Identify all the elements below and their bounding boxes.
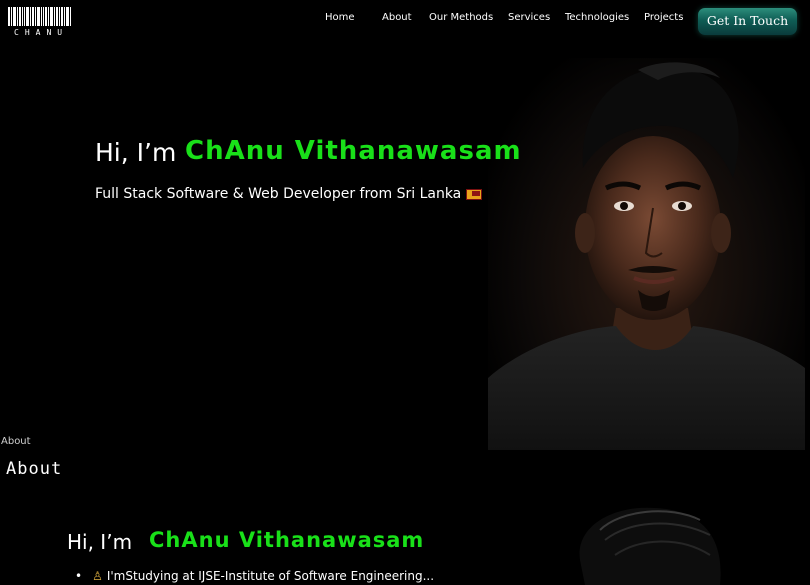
nav-projects[interactable]: Projects	[644, 12, 683, 23]
about-bullet-item: • ♙ I'mStudying at IJSE-Institute of Softw…	[75, 569, 434, 583]
nav-technologies[interactable]: Technologies	[565, 12, 629, 23]
about-name: ChAnu Vithanawasam	[149, 528, 425, 552]
bullet-dot: •	[75, 569, 83, 583]
logo-text: CHANU	[14, 28, 69, 37]
sri-lanka-flag-icon	[466, 188, 483, 200]
hero-greeting: Hi, I’m	[95, 138, 177, 167]
main-nav: Home About Our Methods Services Technolo…	[0, 12, 810, 28]
hero-subtitle: Full Stack Software & Web Developer from…	[95, 186, 483, 202]
nav-services[interactable]: Services	[508, 12, 550, 23]
get-in-touch-button[interactable]: Get In Touch	[698, 8, 797, 35]
about-bullet-text: I'mStudying at IJSE-Institute of Softwar…	[106, 569, 435, 583]
about-portrait-image	[560, 500, 740, 585]
nav-about[interactable]: About	[382, 12, 412, 23]
about-greeting: Hi, I’m	[67, 530, 133, 554]
about-section-label: About	[1, 436, 31, 447]
hero-name: ChAnu Vithanawasam	[185, 136, 522, 166]
hero-portrait-image	[488, 58, 805, 450]
student-icon: ♙	[92, 569, 103, 583]
nav-home[interactable]: Home	[325, 12, 355, 23]
hero-subtitle-text: Full Stack Software & Web Developer from…	[95, 186, 462, 202]
nav-our-methods[interactable]: Our Methods	[429, 12, 493, 23]
about-section-title: About	[6, 459, 63, 479]
